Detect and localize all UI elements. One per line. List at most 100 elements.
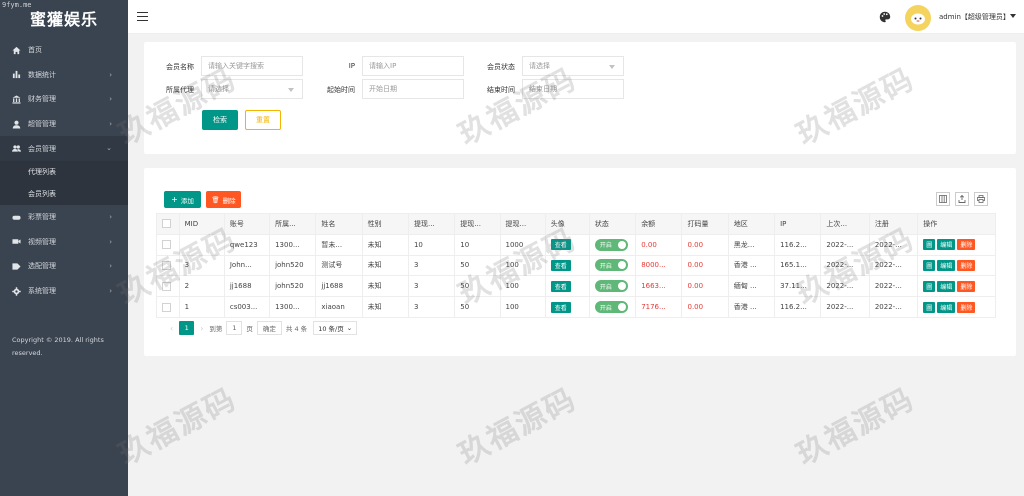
sidebar-item-label: 首页: [28, 46, 42, 55]
submenu-item-agents[interactable]: 代理列表: [0, 161, 128, 183]
reset-button[interactable]: 重置: [245, 110, 281, 130]
sidebar-item-config[interactable]: 选配管理 ›: [0, 254, 128, 279]
delete-row-button[interactable]: 删除: [957, 301, 976, 313]
gear-icon: [11, 286, 21, 296]
ip-input[interactable]: 请输入IP: [362, 56, 464, 76]
view-button[interactable]: 圖: [923, 239, 936, 251]
sidebar-item-video[interactable]: 视频管理 ›: [0, 230, 128, 255]
chevron-right-icon: ›: [109, 70, 112, 79]
table-row: 2 jj1688 john520 jj1688 未知 3 50 100 查看 开启 1663... 0…: [156, 275, 996, 298]
table-cell: 测试号: [315, 254, 363, 277]
columns-filter-icon[interactable]: [936, 192, 950, 206]
row-checkbox[interactable]: [156, 275, 180, 298]
start-date-input[interactable]: 开始日期: [362, 79, 464, 99]
view-avatar-button[interactable]: 查看: [550, 259, 571, 271]
submenu-item-members[interactable]: 会员列表: [0, 183, 128, 205]
view-avatar-button[interactable]: 查看: [550, 280, 571, 292]
table-cell: 116.2...: [774, 233, 822, 256]
column-header[interactable]: 提现...: [454, 213, 501, 235]
column-header[interactable]: 头像: [544, 213, 590, 235]
next-page-button[interactable]: ›: [200, 324, 203, 333]
status-toggle[interactable]: 开启: [594, 238, 628, 251]
view-button[interactable]: 圖: [923, 259, 936, 271]
export-icon[interactable]: [955, 192, 969, 206]
bar-chart-icon: [11, 70, 21, 80]
member-status-select[interactable]: 请选择: [522, 56, 624, 76]
search-button[interactable]: 检索: [202, 110, 238, 130]
sidebar-item-statistics[interactable]: 数据统计 ›: [0, 63, 128, 88]
print-icon[interactable]: [974, 192, 988, 206]
member-name-input[interactable]: 请输入关键字搜索: [201, 56, 303, 76]
edit-button[interactable]: 编辑: [937, 259, 956, 271]
column-header[interactable]: 账号: [223, 213, 271, 235]
pagination: ‹ 1 › 到第 1 页 确定 共 4 条 10 条/页 ⌄: [164, 321, 358, 335]
column-header[interactable]: 注册: [868, 213, 919, 235]
column-header[interactable]: 性别: [361, 213, 409, 235]
row-checkbox[interactable]: [156, 233, 180, 256]
table-cell: jj1688: [315, 275, 363, 298]
status-cell: 开启: [588, 254, 637, 277]
sidebar-item-system[interactable]: 系统管理 ›: [0, 279, 128, 304]
column-header[interactable]: 姓名: [315, 213, 363, 235]
column-header[interactable]: 提现...: [499, 213, 546, 235]
table-cell: 3: [407, 254, 456, 277]
column-header[interactable]: 打码量: [681, 213, 729, 235]
trash-icon: 🗑: [211, 195, 220, 204]
status-toggle[interactable]: 开启: [594, 280, 628, 293]
status-toggle[interactable]: 开启: [594, 301, 628, 314]
end-date-input[interactable]: 结束日期: [522, 79, 624, 99]
row-checkbox[interactable]: [156, 254, 180, 277]
table-cell: xiaoan: [315, 296, 363, 318]
column-header[interactable]: 余额: [635, 213, 683, 235]
chevron-right-icon: ›: [109, 212, 112, 221]
select-all-checkbox[interactable]: [156, 213, 180, 235]
agent-select[interactable]: 请选择: [201, 79, 303, 99]
delete-row-button[interactable]: 删除: [957, 259, 976, 271]
delete-row-button[interactable]: 删除: [957, 280, 976, 292]
edit-button[interactable]: 编辑: [937, 280, 956, 292]
menu-toggle-icon[interactable]: [137, 12, 148, 23]
delete-row-button[interactable]: 删除: [957, 239, 976, 251]
column-header[interactable]: 地区: [727, 213, 776, 235]
member-name-label: 会员名称: [166, 63, 194, 71]
edit-button[interactable]: 编辑: [937, 301, 956, 313]
view-button[interactable]: 圖: [923, 280, 936, 292]
column-header[interactable]: 状态: [588, 213, 637, 235]
palette-icon[interactable]: [879, 11, 891, 23]
caret-down-icon[interactable]: [1010, 14, 1016, 18]
sidebar-item-finance[interactable]: 财务管理 ›: [0, 87, 128, 112]
column-header[interactable]: 提现...: [407, 213, 456, 235]
view-button[interactable]: 圖: [923, 301, 936, 313]
table-cell: 0.00: [681, 233, 729, 256]
goto-confirm-button[interactable]: 确定: [256, 321, 282, 335]
prev-page-button[interactable]: ‹: [170, 324, 173, 333]
status-toggle[interactable]: 开启: [594, 259, 628, 272]
avatar[interactable]: [905, 5, 931, 31]
users-icon: [11, 144, 21, 154]
table-cell: 香港 ...: [727, 296, 776, 318]
page-number-input[interactable]: 1: [226, 321, 243, 335]
column-header[interactable]: 所属...: [269, 213, 317, 235]
row-checkbox[interactable]: [156, 296, 180, 318]
view-avatar-button[interactable]: 查看: [550, 239, 571, 251]
column-header[interactable]: 上次...: [820, 213, 870, 235]
table-cell: 2022-...: [820, 254, 870, 277]
table-cell: 1663...: [635, 275, 683, 298]
page-size-select[interactable]: 10 条/页 ⌄: [313, 321, 358, 335]
add-button[interactable]: + 添加: [164, 191, 201, 208]
sidebar-item-lottery[interactable]: 彩票管理 ›: [0, 205, 128, 230]
column-header[interactable]: IP: [774, 213, 822, 235]
view-avatar-button[interactable]: 查看: [550, 301, 571, 313]
member-status-label: 会员状态: [487, 63, 515, 71]
sidebar-item-home[interactable]: 首页: [0, 38, 128, 63]
watermark: 玖福源码: [452, 381, 583, 473]
current-page[interactable]: 1: [179, 321, 195, 335]
app-logo[interactable]: 蜜獾娱乐: [0, 6, 128, 30]
column-header[interactable]: MID: [178, 213, 225, 235]
sidebar-item-label: 彩票管理: [28, 213, 56, 222]
delete-button[interactable]: 🗑 删除: [206, 191, 241, 208]
sidebar-item-superadmin[interactable]: 超管管理 ›: [0, 112, 128, 137]
sidebar-item-members[interactable]: 会员管理 ⌄: [0, 136, 128, 161]
edit-button[interactable]: 编辑: [937, 239, 956, 251]
user-name[interactable]: admin【超级管理员】: [939, 12, 1010, 22]
